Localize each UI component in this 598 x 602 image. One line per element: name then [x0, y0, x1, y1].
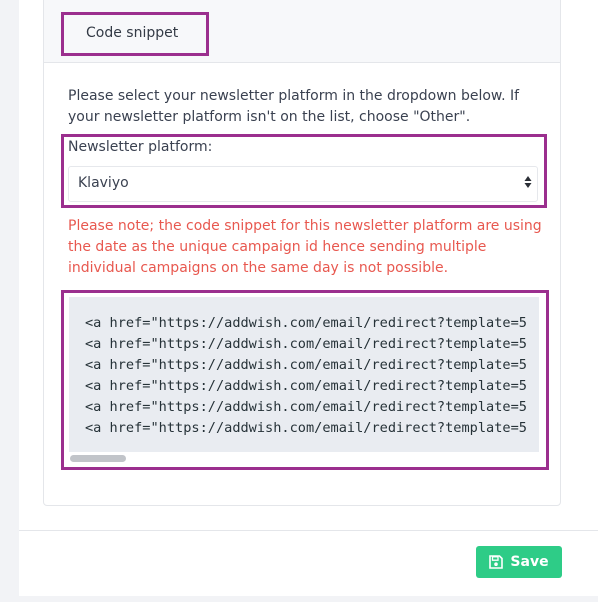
save-button[interactable]: Save: [476, 546, 562, 578]
instructions-text: Please select your newsletter platform i…: [68, 88, 520, 125]
code-line: <a href="https://addwish.com/email/redir…: [85, 357, 527, 373]
save-label: Save: [510, 554, 549, 570]
horizontal-scrollbar[interactable]: [70, 455, 126, 462]
platform-select-value: Klaviyo: [78, 175, 129, 191]
code-snippet-box: <a href="https://addwish.com/email/redir…: [61, 290, 549, 470]
platform-select[interactable]: Klaviyo: [68, 166, 538, 202]
tab-label: Code snippet: [86, 25, 179, 41]
warning-note: Please note; the code snippet for this n…: [68, 218, 542, 276]
platform-label: Newsletter platform:: [68, 139, 213, 155]
code-line: <a href="https://addwish.com/email/redir…: [85, 378, 527, 394]
footer-divider: [19, 530, 598, 531]
floppy-disk-icon: [489, 555, 504, 569]
code-block[interactable]: <a href="https://addwish.com/email/redir…: [69, 297, 539, 452]
code-line: <a href="https://addwish.com/email/redir…: [85, 399, 527, 415]
sort-caret-icon: [524, 175, 532, 189]
code-line: <a href="https://addwish.com/email/redir…: [85, 336, 527, 352]
code-line: <a href="https://addwish.com/email/redir…: [85, 420, 527, 436]
tab-code-snippet[interactable]: Code snippet: [61, 12, 209, 56]
code-line: <a href="https://addwish.com/email/redir…: [85, 315, 527, 331]
platform-field-group: Newsletter platform: Klaviyo: [61, 134, 547, 208]
code-lines: <a href="https://addwish.com/email/redir…: [85, 313, 527, 439]
